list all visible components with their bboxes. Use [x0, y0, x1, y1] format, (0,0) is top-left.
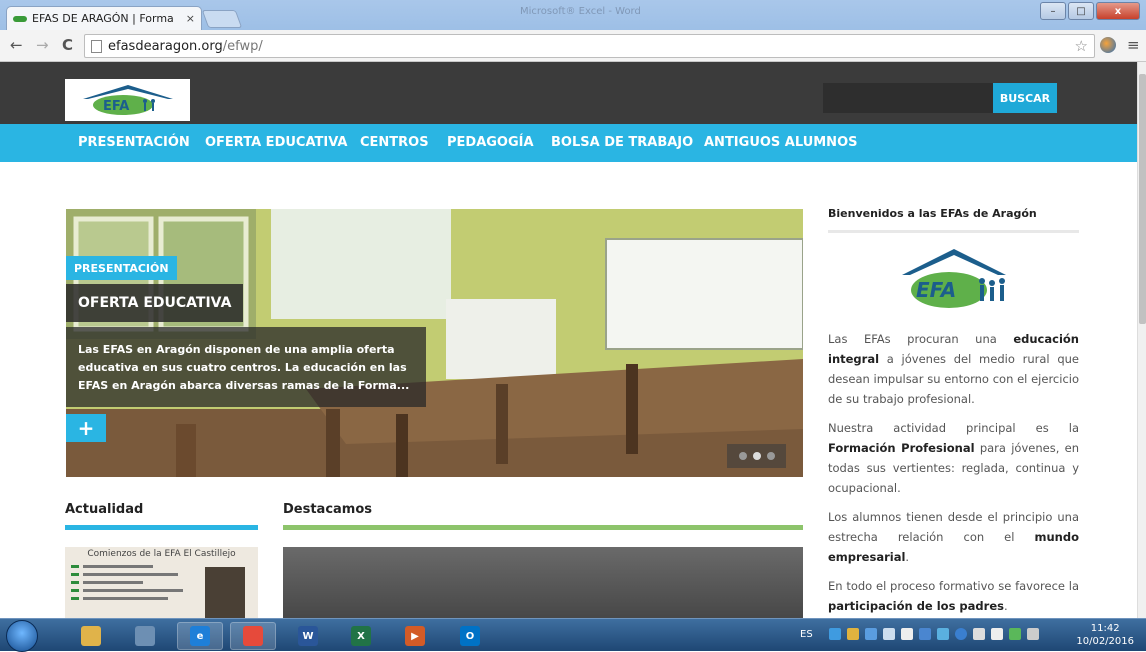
- sidebar-rule: [828, 230, 1079, 233]
- volume-icon[interactable]: [972, 628, 985, 640]
- clock-date: 10/02/2016: [1076, 636, 1134, 647]
- tray-drive-icon[interactable]: [846, 628, 859, 640]
- tab-close-icon[interactable]: ×: [186, 12, 195, 25]
- tray-update-icon[interactable]: [936, 628, 949, 640]
- search-button[interactable]: BUSCAR: [993, 83, 1057, 113]
- tray-shield-icon[interactable]: [918, 628, 931, 640]
- browser-titlebar: EFAS DE ARAGÓN | Forma × Microsoft® Exce…: [0, 0, 1146, 30]
- hero-more-button[interactable]: +: [66, 414, 106, 442]
- sidebar-paragraph-4: En todo el proceso formativo se favorece…: [828, 579, 1079, 613]
- nav-oferta-educativa[interactable]: OFERTA EDUCATIVA: [205, 135, 347, 150]
- news-thumbnail[interactable]: Comienzos de la EFA El Castillejo: [65, 547, 258, 618]
- word-icon: W: [298, 626, 318, 646]
- nav-antiguos-alumnos[interactable]: ANTIGUOS ALUMNOS: [704, 135, 857, 150]
- featured-section-title: Destacamos: [283, 502, 373, 517]
- featured-section-bar: [283, 525, 803, 530]
- new-tab-button[interactable]: [201, 10, 243, 28]
- bookmark-star-icon[interactable]: ☆: [1075, 37, 1088, 55]
- close-window-button[interactable]: x: [1096, 2, 1140, 20]
- language-indicator[interactable]: ES: [800, 629, 813, 640]
- hero-title[interactable]: OFERTA EDUCATIVA: [66, 284, 244, 322]
- flag-icon[interactable]: [990, 628, 1003, 640]
- outlook-icon: O: [460, 626, 480, 646]
- slider-dots: [727, 444, 786, 468]
- news-section-title: Actualidad: [65, 502, 144, 517]
- tray-arrow-icon[interactable]: [900, 628, 913, 640]
- window-controls: – □ x: [1040, 2, 1140, 20]
- taskbar-photo-app-button[interactable]: [122, 622, 168, 650]
- taskbar-excel-button[interactable]: X: [338, 622, 384, 650]
- system-tray: ES: [800, 628, 1039, 640]
- svg-text:EFA: EFA: [103, 99, 129, 114]
- extension-icon[interactable]: [1100, 37, 1116, 53]
- taskbar-internet-explorer-button[interactable]: e: [177, 622, 223, 650]
- site-favicon-icon: [13, 14, 27, 24]
- chrome-icon: [243, 626, 263, 646]
- chrome-menu-icon[interactable]: ≡: [1127, 36, 1140, 54]
- nav-centros[interactable]: CENTROS: [360, 135, 429, 150]
- windows-taskbar: e W X ▶ O ES 11:42 10/02/2016: [0, 618, 1146, 652]
- taskbar-file-explorer-button[interactable]: [68, 622, 114, 650]
- main-navigation: PRESENTACIÓN OFERTA EDUCATIVA CENTROS PE…: [0, 124, 1137, 162]
- minimize-button[interactable]: –: [1040, 2, 1066, 20]
- slider-dot-1[interactable]: [738, 452, 747, 460]
- site-header: EFA BUSCAR: [0, 62, 1137, 124]
- tray-monitor-icon[interactable]: [1026, 628, 1039, 640]
- efa-sidebar-logo-icon: EFA: [901, 249, 1006, 308]
- file-explorer-icon: [81, 626, 101, 646]
- browser-tab[interactable]: EFAS DE ARAGÓN | Forma ×: [6, 6, 202, 30]
- taskbar-chrome-button[interactable]: [230, 622, 276, 650]
- back-arrow-icon[interactable]: ←: [10, 36, 23, 54]
- photo-app-icon: [135, 626, 155, 646]
- tray-green-icon[interactable]: [1008, 628, 1021, 640]
- tab-title: EFAS DE ARAGÓN | Forma: [32, 12, 174, 25]
- scrollbar-thumb[interactable]: [1139, 74, 1146, 324]
- hero-excerpt: Las EFAS en Aragón disponen de una ampli…: [66, 327, 426, 407]
- svg-text:EFA: EFA: [916, 278, 956, 302]
- maximize-button[interactable]: □: [1068, 2, 1094, 20]
- background-window-title: Microsoft® Excel - Word: [520, 6, 641, 17]
- address-bar[interactable]: efasdearagon.org /efwp/ ☆: [84, 34, 1095, 58]
- start-button[interactable]: [6, 620, 38, 652]
- taskbar-clock[interactable]: 11:42 10/02/2016: [1076, 622, 1134, 648]
- efa-logo-icon: EFA: [82, 85, 173, 115]
- tray-display-icon[interactable]: [882, 628, 895, 640]
- tray-network-icon[interactable]: [828, 628, 841, 640]
- site-logo[interactable]: EFA: [65, 79, 190, 121]
- excel-icon: X: [351, 626, 371, 646]
- slider-dot-3[interactable]: [766, 452, 775, 460]
- taskbar-outlook-button[interactable]: O: [447, 622, 493, 650]
- url-host: efasdearagon.org: [108, 38, 223, 54]
- taskbar-media-button[interactable]: ▶: [392, 622, 438, 650]
- welcome-sidebar: Bienvenidos a las EFAs de Aragón EFA Las…: [828, 207, 1079, 618]
- page-scrollbar[interactable]: [1137, 62, 1146, 618]
- sidebar-paragraph-3: Los alumnos tienen desde el principio un…: [828, 510, 1079, 564]
- forward-arrow-icon[interactable]: →: [36, 36, 49, 54]
- tray-globe-icon[interactable]: [954, 628, 967, 640]
- nav-presentacion[interactable]: PRESENTACIÓN: [78, 135, 190, 150]
- tray-app-icon[interactable]: [864, 628, 877, 640]
- news-thumbnail-image: [71, 565, 245, 618]
- taskbar-word-button[interactable]: W: [285, 622, 331, 650]
- clock-time: 11:42: [1090, 623, 1120, 634]
- nav-pedagogia[interactable]: PEDAGOGÍA: [447, 135, 534, 150]
- slider-dot-2[interactable]: [752, 452, 761, 460]
- sidebar-title: Bienvenidos a las EFAs de Aragón: [828, 207, 1037, 220]
- reload-icon[interactable]: C: [62, 36, 73, 54]
- browser-toolbar: ← → C efasdearagon.org /efwp/ ☆ ≡: [0, 30, 1146, 62]
- sidebar-paragraph-2: Nuestra actividad principal es la Formac…: [828, 421, 1080, 495]
- news-thumbnail-caption: Comienzos de la EFA El Castillejo: [87, 549, 236, 559]
- hero-category-label[interactable]: PRESENTACIÓN: [66, 256, 177, 280]
- media-icon: ▶: [405, 626, 425, 646]
- news-section-bar: [65, 525, 258, 530]
- sidebar-paragraph-1: Las EFAs procuran una educación integral…: [828, 332, 1079, 406]
- search-input[interactable]: [823, 83, 993, 113]
- featured-image[interactable]: [283, 547, 803, 618]
- page-viewport: EFA BUSCAR PRESENTACIÓN OFERTA EDUCATIVA…: [0, 62, 1137, 618]
- url-path: /efwp/: [222, 38, 263, 54]
- internet-explorer-icon: e: [190, 626, 210, 646]
- nav-bolsa-de-trabajo[interactable]: BOLSA DE TRABAJO: [551, 135, 693, 150]
- hero-slider[interactable]: PRESENTACIÓN OFERTA EDUCATIVA Las EFAS e…: [66, 209, 803, 477]
- page-icon: [91, 39, 102, 53]
